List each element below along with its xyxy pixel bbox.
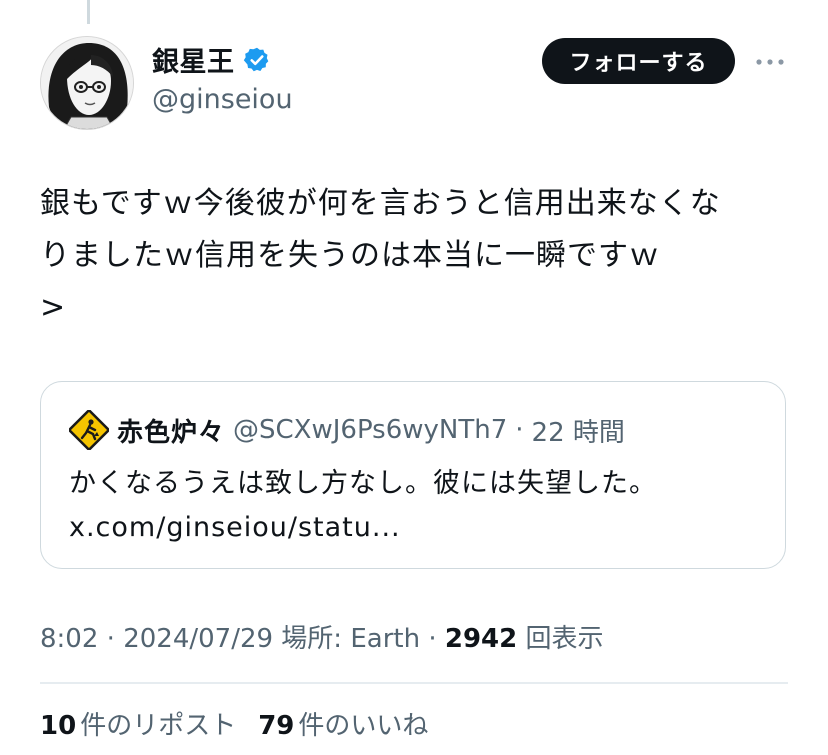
- verified-badge-icon: [243, 46, 271, 74]
- reposts-label: 件のリポスト: [80, 711, 237, 741]
- likes-count: 79: [258, 711, 295, 741]
- follow-button[interactable]: フォローする: [542, 38, 735, 84]
- reposts-stat[interactable]: 10 件のリポスト: [40, 705, 236, 742]
- quoted-author-name[interactable]: 赤色炉々: [117, 412, 225, 449]
- quoted-tweet-text: かくなるうえは致し方なし。彼には失望した。 x.com/ginseiou/sta…: [69, 462, 769, 550]
- author-name-row[interactable]: 銀星王: [152, 40, 271, 79]
- quoted-tweet-header: 赤色炉々 @SCXwJ6Ps6wyNTh7 · 22 時間: [67, 408, 625, 452]
- quoted-text-line: かくなるうえは致し方なし。彼には失望した。: [69, 468, 657, 499]
- author-display-name[interactable]: 銀星王: [152, 40, 235, 79]
- quoted-timestamp[interactable]: 22 時間: [532, 412, 625, 449]
- reposts-count: 10: [40, 711, 77, 741]
- tweet-time[interactable]: 8:02: [40, 624, 98, 654]
- tweet-text: 銀もですｗ今後彼が何を言おうと信用出来なくな りましたｗ信用を失うのは本当に一瞬…: [40, 178, 800, 334]
- author-handle[interactable]: @ginseiou: [152, 84, 293, 115]
- quoted-separator: ·: [515, 415, 524, 445]
- author-avatar[interactable]: [40, 36, 134, 130]
- construction-sign-avatar-icon[interactable]: [67, 408, 111, 452]
- quoted-author-handle[interactable]: @SCXwJ6Ps6wyNTh7: [233, 415, 507, 445]
- thread-connector-line: [87, 0, 90, 24]
- tweet-text-line: 銀もですｗ今後彼が何を言おうと信用出来なくな: [40, 186, 721, 221]
- views-label: 回表示: [517, 624, 604, 654]
- tweet-date[interactable]: 2024/07/29: [123, 624, 273, 654]
- views-count: 2942: [444, 624, 518, 654]
- tweet-text-line: りましたｗ信用を失うのは本当に一瞬ですｗ: [40, 238, 660, 273]
- manga-portrait-avatar-icon: [41, 37, 133, 129]
- engagement-stats: 10 件のリポスト 79 件のいいね: [40, 705, 428, 742]
- quoted-tweet-card[interactable]: 赤色炉々 @SCXwJ6Ps6wyNTh7 · 22 時間 かくなるうえは致し方…: [40, 381, 786, 569]
- tweet-meta-row: 8:02 · 2024/07/29 場所: Earth · 2942 回表示: [40, 618, 604, 655]
- ellipsis-icon[interactable]: [754, 50, 786, 74]
- tweet-text-line: >: [40, 290, 67, 325]
- likes-label: 件のいいね: [298, 711, 429, 741]
- meta-separator: ·: [98, 624, 124, 654]
- quoted-link[interactable]: x.com/ginseiou/statu...: [69, 506, 769, 550]
- tweet-location: 場所: Earth: [273, 624, 421, 654]
- divider: [40, 682, 788, 684]
- meta-separator: ·: [420, 624, 445, 654]
- likes-stat[interactable]: 79 件のいいね: [258, 705, 428, 742]
